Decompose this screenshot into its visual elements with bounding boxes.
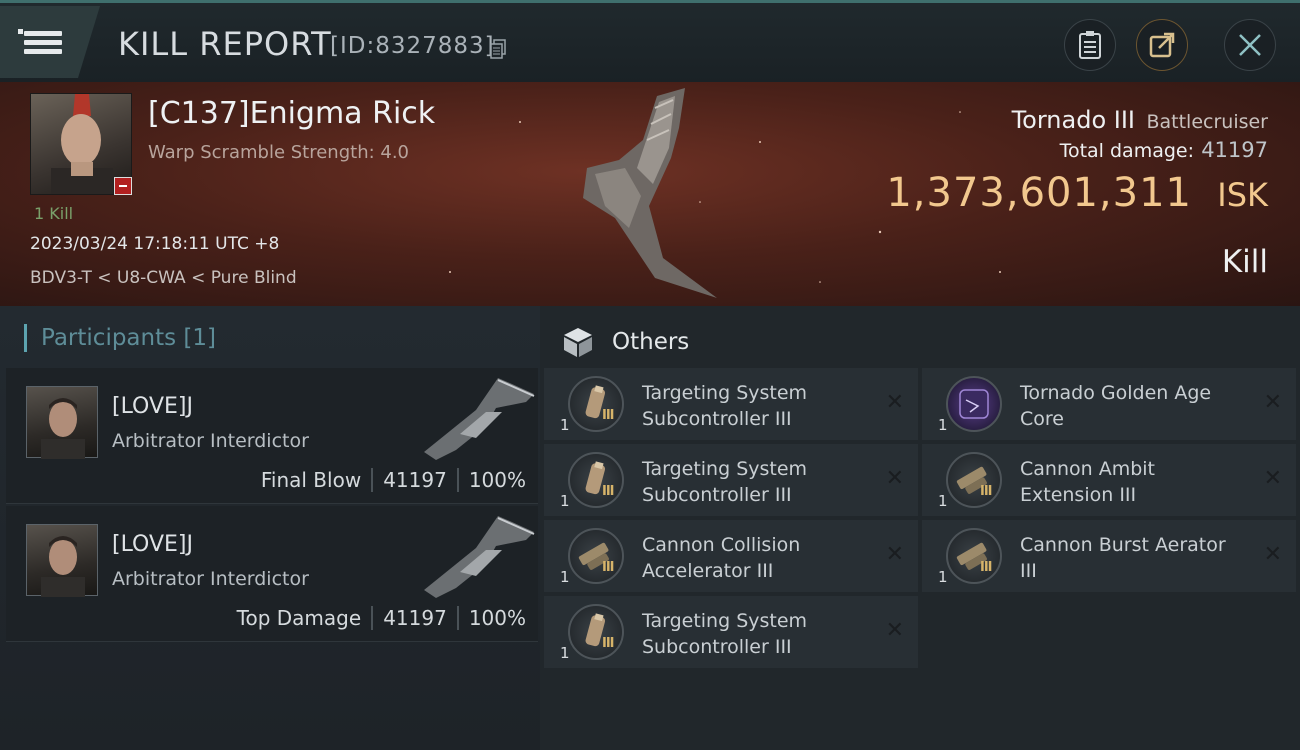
clipboard-icon [1079,31,1101,59]
participant-ship-image [424,378,535,460]
destroyed-icon: ✕ [885,542,904,567]
item-name: Cannon Ambit Extension III [1020,458,1155,506]
participants-panel: Participants [1] [LOVE]J Arbitrator Inte… [0,306,540,750]
item-name: Tornado Golden Age Core [1020,382,1212,430]
participant-ship-image [424,516,535,598]
timestamp: 2023/03/24 17:18:11 UTC +8 [30,234,280,254]
result-label: Kill [1221,244,1268,280]
participant-role: Top Damage [236,606,362,630]
kill-count: 1 Kill [34,204,74,223]
others-panel: Others III 1 Targeting System Subcontrol… [540,306,1300,750]
item-name: Targeting System Subcontroller III [642,458,808,506]
participants-header: Participants [1] [24,324,216,352]
participant-ship: Arbitrator Interdictor [112,430,309,452]
participant-damage: 41197 [383,468,447,492]
item-quantity: 1 [560,568,570,586]
participant-row[interactable]: [LOVE]J Arbitrator Interdictor Final Blo… [6,368,538,504]
item-tier: III [602,560,614,575]
location-breadcrumb[interactable]: BDV3-T < U8-CWA < Pure Blind [30,268,297,288]
tube-icon [568,376,624,432]
clipboard-button[interactable] [1064,19,1116,71]
victim-ship-image [583,88,717,298]
participant-role: Final Blow [260,468,362,492]
others-header: Others [562,326,689,358]
victim-name[interactable]: [C137]Enigma Rick [148,96,435,131]
item-quantity: 1 [938,568,948,586]
cannon-icon [946,452,1002,508]
close-button[interactable] [1224,19,1276,71]
tube-icon [568,604,624,660]
item-slot[interactable]: III 1 Cannon Ambit Extension III ✕ [922,444,1296,516]
isk-value: 1,373,601,311 [886,170,1192,216]
item-quantity: 1 [560,416,570,434]
item-name: Targeting System Subcontroller III [642,382,808,430]
participant-ship: Arbitrator Interdictor [112,568,309,590]
page-title: KILL REPORT [118,25,332,63]
total-damage-label: Total damage: [1059,140,1194,162]
destroyed-icon: ✕ [1263,466,1282,491]
total-damage-value: 41197 [1201,138,1268,162]
participant-percent: 100% [468,606,526,630]
report-id: [ID:8327883] [330,33,495,59]
destroyed-icon: ✕ [885,390,904,415]
item-tier: III [980,560,992,575]
participant-name[interactable]: [LOVE]J [112,532,193,557]
item-slot[interactable]: III 1 Targeting System Subcontroller III… [544,596,918,668]
item-name: Targeting System Subcontroller III [642,610,808,658]
menu-icon [18,27,62,58]
item-quantity: 1 [938,416,948,434]
divider [456,606,459,630]
item-slot[interactable]: III 1 Cannon Collision Accelerator III ✕ [544,520,918,592]
item-tier: III [602,636,614,651]
item-tier: III [602,408,614,423]
item-name: Cannon Collision Accelerator III [642,534,801,582]
item-quantity: 1 [560,644,570,662]
item-slot[interactable]: III 1 Targeting System Subcontroller III… [544,368,918,440]
participant-row[interactable]: [LOVE]J Arbitrator Interdictor Top Damag… [6,506,538,642]
participant-stats: Final Blow 41197 100% [261,468,526,492]
status-badge [114,177,132,195]
item-slot[interactable]: 1 Tornado Golden Age Core ✕ [922,368,1296,440]
victim-ship-class: Battlecruiser [1146,111,1268,133]
item-slot[interactable]: III 1 Targeting System Subcontroller III… [544,444,918,516]
share-icon [1149,32,1175,58]
cannon-icon [568,528,624,584]
item-quantity: 1 [938,492,948,510]
share-button[interactable] [1136,19,1188,71]
item-slot[interactable]: III 1 Cannon Burst Aerator III ✕ [922,520,1296,592]
item-tier: III [980,484,992,499]
cube-icon [564,328,592,357]
divider [456,468,459,492]
divider [371,606,374,630]
destroyed-icon: ✕ [885,618,904,643]
others-title: Others [612,329,690,355]
destroyed-icon: ✕ [885,466,904,491]
cannon-icon [946,528,1002,584]
menu-button[interactable] [0,6,100,78]
core-icon [946,376,1002,432]
tube-icon [568,452,624,508]
top-bar: KILL REPORT [ID:8327883] [0,0,1300,82]
item-tier: III [602,484,614,499]
destroyed-icon: ✕ [1263,390,1282,415]
participant-name[interactable]: [LOVE]J [112,394,193,419]
portrait-image [41,536,85,597]
destroyed-icon: ✕ [1263,542,1282,567]
divider [371,468,374,492]
item-quantity: 1 [560,492,570,510]
copy-icon[interactable] [490,39,506,59]
victim-ship-name[interactable]: Tornado III [1012,106,1135,134]
victim-banner: [C137]Enigma Rick Warp Scramble Strength… [0,82,1300,306]
portrait-image [41,398,85,459]
participant-damage: 41197 [383,606,447,630]
participant-portrait[interactable] [26,386,98,459]
item-name: Cannon Burst Aerator III [1020,534,1226,582]
isk-unit: ISK [1217,176,1268,214]
close-icon [1239,34,1261,56]
participant-stats: Top Damage 41197 100% [237,606,526,630]
participant-portrait[interactable] [26,524,98,597]
participant-percent: 100% [468,468,526,492]
warp-scramble-strength: Warp Scramble Strength: 4.0 [148,142,410,163]
